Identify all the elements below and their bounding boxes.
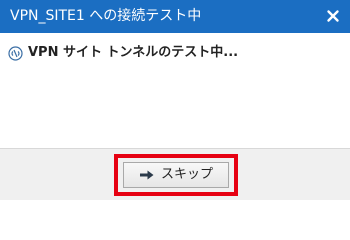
- title-bar: VPN_SITE1 への接続テスト中: [0, 0, 350, 33]
- close-button[interactable]: [324, 7, 342, 25]
- status-row: VPN サイト トンネルのテスト中...: [8, 44, 238, 62]
- arrow-right-icon: [139, 169, 155, 181]
- skip-label: スキップ: [160, 167, 213, 182]
- close-icon: [327, 10, 339, 22]
- vpn-tunnel-icon: [8, 45, 23, 61]
- vpn-test-dialog: VPN_SITE1 への接続テスト中 VPN サイト トンネルのテスト中...: [0, 0, 350, 200]
- window-title: VPN_SITE1 への接続テスト中: [10, 8, 202, 24]
- skip-button[interactable]: スキップ: [123, 162, 229, 188]
- dialog-footer: スキップ: [0, 148, 350, 200]
- highlight-box: スキップ: [114, 154, 238, 196]
- dialog-body: VPN サイト トンネルのテスト中...: [0, 33, 350, 148]
- status-text: VPN サイト トンネルのテスト中...: [28, 45, 239, 60]
